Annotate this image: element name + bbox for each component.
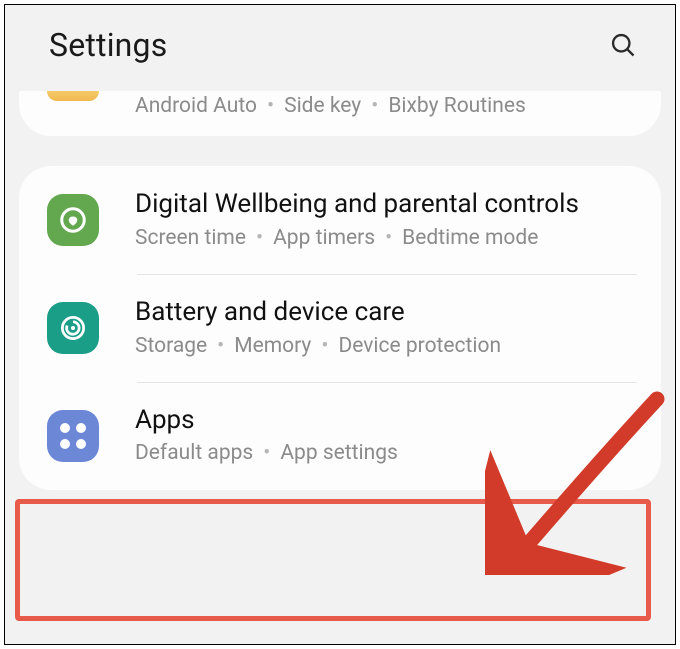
sub-item: Storage — [135, 333, 207, 360]
separator-dot: • — [256, 225, 263, 252]
separator-dot: • — [217, 333, 224, 360]
row-subtitle: Screen time • App timers • Bedtime mode — [135, 225, 643, 252]
sub-item: Memory — [234, 333, 311, 360]
search-icon — [609, 31, 637, 59]
row-texts: Digital Wellbeing and parental controls … — [135, 188, 643, 252]
annotation-highlight — [15, 499, 651, 621]
header-bar: Settings — [5, 5, 675, 91]
settings-group-main: Digital Wellbeing and parental controls … — [19, 166, 661, 489]
row-title: Digital Wellbeing and parental controls — [135, 188, 643, 221]
row-title: Battery and device care — [135, 296, 643, 329]
settings-row-apps[interactable]: Apps Default apps • App settings — [19, 382, 661, 490]
row-subtitle: Android Auto • Side key • Bixby Routines — [135, 93, 643, 120]
settings-row-battery[interactable]: Battery and device care Storage • Memory… — [19, 274, 661, 382]
advanced-icon — [47, 93, 99, 109]
search-button[interactable] — [601, 23, 645, 67]
sub-item: Side key — [284, 93, 361, 120]
sub-item: Default apps — [135, 440, 253, 467]
sub-item: Bedtime mode — [402, 225, 538, 252]
battery-care-icon — [47, 302, 99, 354]
wellbeing-icon — [47, 194, 99, 246]
page-title: Settings — [49, 26, 167, 64]
row-texts: Apps Default apps • App settings — [135, 404, 643, 468]
separator-dot: • — [321, 333, 328, 360]
apps-icon — [47, 410, 99, 462]
sub-item: App settings — [280, 440, 398, 467]
row-texts: Android Auto • Side key • Bixby Routines — [135, 93, 643, 120]
settings-row-advanced[interactable]: Android Auto • Side key • Bixby Routines — [19, 91, 661, 136]
settings-group-prev: Android Auto • Side key • Bixby Routines — [19, 91, 661, 136]
sub-item: Device protection — [338, 333, 501, 360]
row-title: Apps — [135, 404, 643, 437]
settings-row-wellbeing[interactable]: Digital Wellbeing and parental controls … — [19, 166, 661, 274]
row-subtitle: Default apps • App settings — [135, 440, 643, 467]
sub-item: Screen time — [135, 225, 246, 252]
row-texts: Battery and device care Storage • Memory… — [135, 296, 643, 360]
separator-dot: • — [267, 93, 274, 120]
separator-dot: • — [385, 225, 392, 252]
separator-dot: • — [263, 440, 270, 467]
sub-item: Bixby Routines — [388, 93, 525, 120]
separator-dot: • — [371, 93, 378, 120]
sub-item: Android Auto — [135, 93, 257, 120]
row-subtitle: Storage • Memory • Device protection — [135, 333, 643, 360]
sub-item: App timers — [273, 225, 375, 252]
settings-screen: Settings Android Auto • Side key • Bixby… — [4, 4, 676, 645]
